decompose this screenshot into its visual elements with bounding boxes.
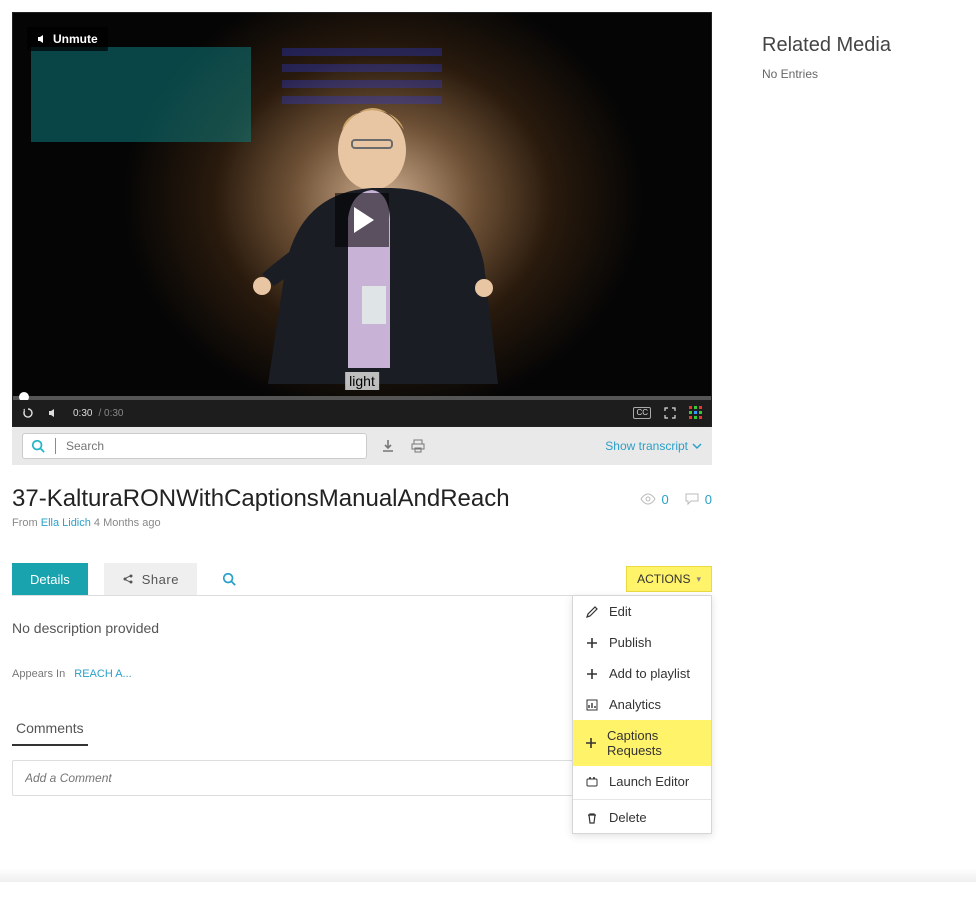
trash-icon: [585, 811, 599, 825]
show-transcript-toggle[interactable]: Show transcript: [605, 439, 702, 453]
actions-item-edit[interactable]: Edit: [573, 596, 711, 627]
actions-item-add-to-playlist[interactable]: Add to playlist: [573, 658, 711, 689]
plus-icon: [585, 667, 599, 681]
current-time: 0:30: [73, 408, 92, 419]
pencil-icon: [585, 605, 599, 619]
actions-item-captions-requests[interactable]: Captions Requests: [573, 720, 711, 766]
actions-item-delete[interactable]: Delete: [573, 802, 711, 833]
plus-icon: [585, 636, 599, 650]
tab-share[interactable]: Share: [104, 563, 197, 595]
search-icon: [31, 439, 45, 453]
actions-item-label: Analytics: [609, 697, 661, 712]
replay-button[interactable]: [21, 406, 35, 420]
actions-item-publish[interactable]: Publish: [573, 627, 711, 658]
kaltura-logo-icon[interactable]: [689, 406, 703, 420]
byline: From Ella Lidich 4 Months ago: [12, 517, 712, 529]
comment-icon: [685, 492, 699, 506]
print-button[interactable]: [409, 437, 427, 455]
view-count: 0: [662, 492, 669, 507]
actions-label: ACTIONS: [637, 572, 690, 586]
actions-item-label: Launch Editor: [609, 774, 689, 789]
unmute-button[interactable]: Unmute: [27, 27, 108, 51]
chart-icon: [585, 698, 599, 712]
chevron-down-icon: ▾: [696, 574, 701, 585]
video-player[interactable]: Unmute light 0:30 / 0:30 CC: [12, 12, 712, 427]
volume-button[interactable]: [47, 406, 61, 420]
actions-dropdown: Edit Publish Add to playlist Analytics Capti…: [572, 595, 712, 834]
comment-count: 0: [705, 492, 712, 507]
actions-item-label: Publish: [609, 635, 652, 650]
speaker-icon: [37, 34, 47, 44]
transcript-toolbar: Show transcript: [12, 427, 712, 465]
appears-in-link[interactable]: REACH A...: [74, 668, 131, 680]
duration: / 0:30: [98, 408, 123, 419]
chevron-down-icon: [692, 441, 702, 451]
search-icon: [222, 572, 236, 586]
actions-item-label: Captions Requests: [607, 728, 699, 758]
tab-share-label: Share: [142, 572, 179, 587]
tabs-row: Details Share ACTIONS ▾ EditPublishAdd t…: [12, 563, 712, 596]
caption-overlay: light: [345, 372, 379, 390]
editor-icon: [585, 775, 599, 789]
show-transcript-label: Show transcript: [605, 439, 688, 453]
tab-search[interactable]: [213, 563, 245, 595]
actions-item-label: Add to playlist: [609, 666, 690, 681]
unmute-label: Unmute: [53, 32, 98, 46]
transcript-search[interactable]: [22, 433, 367, 459]
search-divider: [55, 438, 56, 454]
footer-shade: [0, 868, 976, 882]
actions-item-launch-editor[interactable]: Launch Editor: [573, 766, 711, 797]
actions-item-label: Delete: [609, 810, 647, 825]
cc-button[interactable]: CC: [633, 407, 651, 419]
transcript-search-input[interactable]: [66, 439, 358, 453]
player-controls: 0:30 / 0:30 CC: [13, 400, 711, 426]
comments-tab[interactable]: Comments: [12, 714, 88, 746]
related-media-title: Related Media: [762, 34, 964, 57]
download-button[interactable]: [379, 437, 397, 455]
eye-icon: [640, 493, 656, 505]
page-title: 37-KalturaRONWithCaptionsManualAndReach: [12, 485, 510, 513]
share-icon: [122, 573, 134, 585]
actions-button[interactable]: ACTIONS ▾: [626, 566, 712, 592]
actions-item-label: Edit: [609, 604, 631, 619]
actions-item-analytics[interactable]: Analytics: [573, 689, 711, 720]
related-media-empty: No Entries: [762, 67, 964, 81]
play-button[interactable]: [335, 193, 389, 247]
fullscreen-button[interactable]: [663, 406, 677, 420]
plus-icon: [585, 736, 597, 750]
tab-details[interactable]: Details: [12, 563, 88, 595]
author-link[interactable]: Ella Lidich: [41, 517, 91, 529]
